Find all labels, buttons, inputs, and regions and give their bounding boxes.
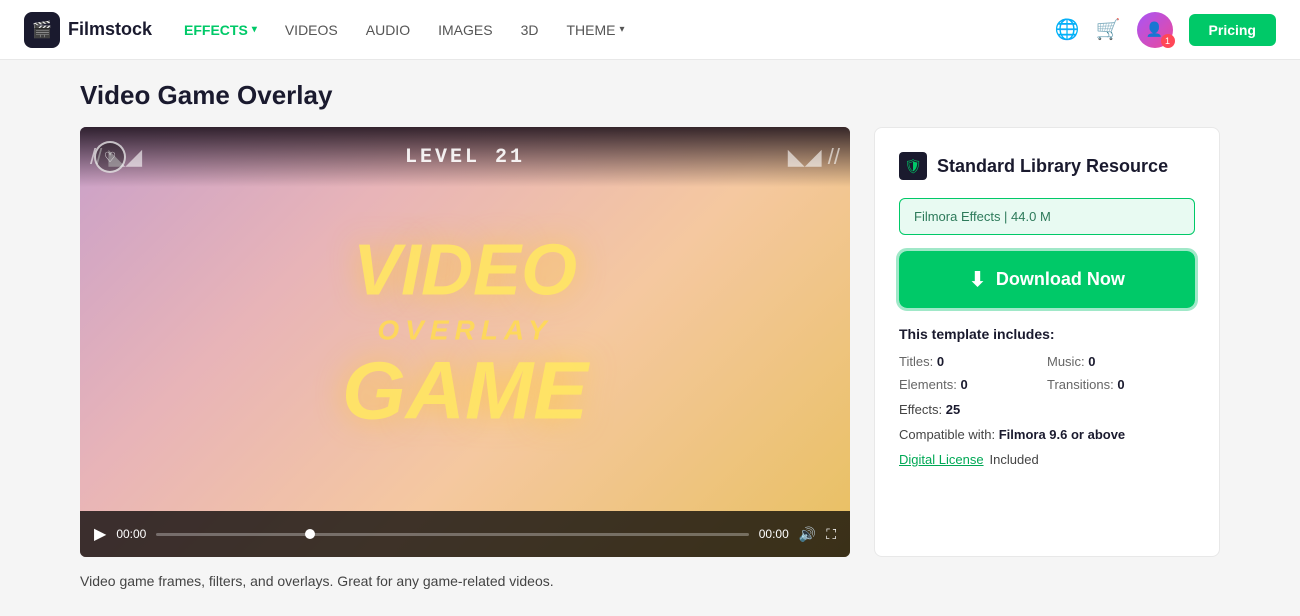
video-title-overlay: VIDEO OVERLAY GAME <box>342 231 588 432</box>
progress-indicator <box>305 529 315 539</box>
music-meta: Music: 0 <box>1047 354 1195 369</box>
transitions-meta: Transitions: 0 <box>1047 377 1195 392</box>
play-button[interactable]: ▶ <box>94 524 106 544</box>
fullscreen-button[interactable]: ⛶ <box>826 526 836 543</box>
header: 🎬 Filmstock EFFECTS ▾ VIDEOS AUDIO IMAGE… <box>0 0 1300 60</box>
favorite-button[interactable]: ♡ <box>94 141 126 173</box>
elements-value: 0 <box>960 377 967 392</box>
compatible-row: Compatible with: Filmora 9.6 or above <box>899 427 1195 442</box>
nav-theme[interactable]: THEME ▾ <box>566 22 624 38</box>
titles-meta: Titles: 0 <box>899 354 1047 369</box>
template-includes-label: This template includes: <box>899 326 1195 342</box>
effects-row: Effects: 25 <box>899 402 1195 417</box>
digital-license-link[interactable]: Digital License <box>899 452 984 467</box>
main-nav: EFFECTS ▾ VIDEOS AUDIO IMAGES 3D THEME ▾ <box>184 22 1023 38</box>
file-tag: Filmora Effects | 44.0 M <box>899 198 1195 235</box>
content-row: // ◣◢ LEVEL 21 ◣◢ // ♡ VIDEO OVERLAY GAM… <box>80 127 1220 557</box>
shield-icon: 🛡 <box>899 152 927 180</box>
pricing-button[interactable]: Pricing <box>1189 14 1276 46</box>
level-text: LEVEL 21 <box>405 146 525 169</box>
elements-meta: Elements: 0 <box>899 377 1047 392</box>
effects-value: 25 <box>946 402 960 417</box>
chevron-down-icon: ▾ <box>252 24 257 35</box>
logo-icon: 🎬 <box>24 12 60 48</box>
notification-badge: 1 <box>1161 34 1175 48</box>
video-overlay-title: VIDEO <box>342 231 588 310</box>
meta-grid: Titles: 0 Music: 0 Elements: 0 Transitio… <box>899 354 1195 392</box>
header-actions: 🌐 🛒 👤 1 Pricing <box>1055 12 1276 48</box>
time-start: 00:00 <box>116 527 146 541</box>
video-controls: ▶ 00:00 00:00 🔊 ⛶ <box>80 511 850 557</box>
library-header: 🛡 Standard Library Resource <box>899 152 1195 180</box>
video-overlay-game: GAME <box>342 351 588 433</box>
nav-effects[interactable]: EFFECTS ▾ <box>184 22 257 38</box>
download-icon: ⬇ <box>969 267 986 292</box>
corner-deco-right: ◣◢ // <box>788 144 840 170</box>
nav-images[interactable]: IMAGES <box>438 22 492 38</box>
download-button[interactable]: ⬇ Download Now <box>899 251 1195 308</box>
music-value: 0 <box>1088 354 1095 369</box>
time-end: 00:00 <box>759 527 789 541</box>
main-content: Video Game Overlay // ◣◢ LEVEL 21 ◣◢ // … <box>0 60 1300 609</box>
video-player: // ◣◢ LEVEL 21 ◣◢ // ♡ VIDEO OVERLAY GAM… <box>80 127 850 557</box>
logo-text: Filmstock <box>68 19 152 40</box>
license-included-text: Included <box>990 452 1039 467</box>
level-decorations: // ◣◢ LEVEL 21 ◣◢ // <box>80 127 850 187</box>
avatar[interactable]: 👤 1 <box>1137 12 1173 48</box>
chevron-down-icon: ▾ <box>619 24 624 35</box>
description-text: Video game frames, filters, and overlays… <box>80 573 1220 589</box>
logo-area: 🎬 Filmstock <box>24 12 152 48</box>
nav-3d[interactable]: 3D <box>521 22 539 38</box>
digital-license-row: Digital License Included <box>899 452 1195 467</box>
nav-videos[interactable]: VIDEOS <box>285 22 338 38</box>
titles-value: 0 <box>937 354 944 369</box>
video-overlay-subtitle: OVERLAY <box>342 315 588 347</box>
download-label: Download Now <box>996 269 1125 290</box>
compatible-value: Filmora 9.6 or above <box>999 427 1125 442</box>
cart-icon-button[interactable]: 🛒 <box>1096 17 1121 42</box>
video-top-overlay: // ◣◢ LEVEL 21 ◣◢ // <box>80 127 850 187</box>
progress-bar[interactable] <box>156 533 748 536</box>
page-title: Video Game Overlay <box>80 80 1220 111</box>
sidebar-panel: 🛡 Standard Library Resource Filmora Effe… <box>874 127 1220 557</box>
globe-icon-button[interactable]: 🌐 <box>1055 17 1080 42</box>
volume-button[interactable]: 🔊 <box>799 526 816 543</box>
library-title: Standard Library Resource <box>937 156 1168 177</box>
nav-audio[interactable]: AUDIO <box>366 22 410 38</box>
transitions-value: 0 <box>1117 377 1124 392</box>
